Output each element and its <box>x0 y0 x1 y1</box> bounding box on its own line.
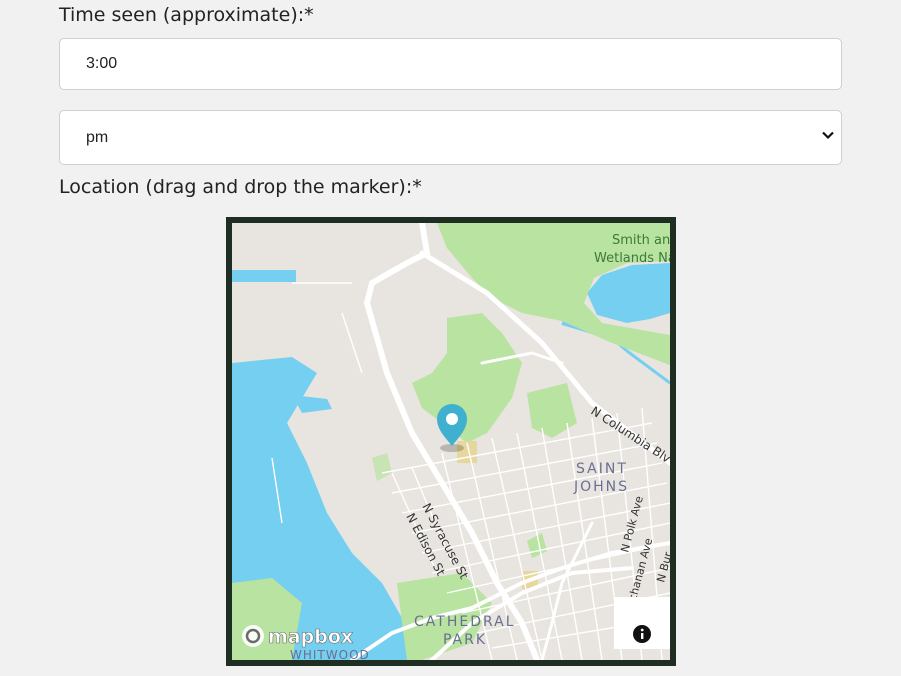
park-label: PARK <box>443 632 487 648</box>
wetlands-label-1: Smith an <box>612 233 670 248</box>
ampm-select-value: pm <box>86 128 109 146</box>
mapbox-wordmark: mapbox <box>268 626 353 648</box>
time-input[interactable]: 3:00 <box>59 38 842 90</box>
wetlands-label-2: Wetlands Na <box>594 251 670 266</box>
cathedral-label: CATHEDRAL <box>414 614 516 630</box>
chevron-down-icon <box>819 126 837 149</box>
attribution-control[interactable] <box>614 597 670 649</box>
saint-johns-label-2: JOHNS <box>573 479 629 495</box>
time-input-value: 3:00 <box>86 55 118 72</box>
ampm-select[interactable]: pm <box>59 110 842 165</box>
map-container[interactable]: Smith an Wetlands Na N Columbia Blv SAIN… <box>226 217 676 666</box>
saint-johns-label-1: SAINT <box>576 461 628 477</box>
location-label: Location (drag and drop the marker):* <box>59 176 422 198</box>
river-inlet <box>232 270 296 282</box>
mapbox-logo-icon[interactable]: mapbox <box>242 625 353 648</box>
whitwood-label: WHITWOOD <box>290 648 370 660</box>
time-seen-label: Time seen (approximate):* <box>59 4 314 26</box>
